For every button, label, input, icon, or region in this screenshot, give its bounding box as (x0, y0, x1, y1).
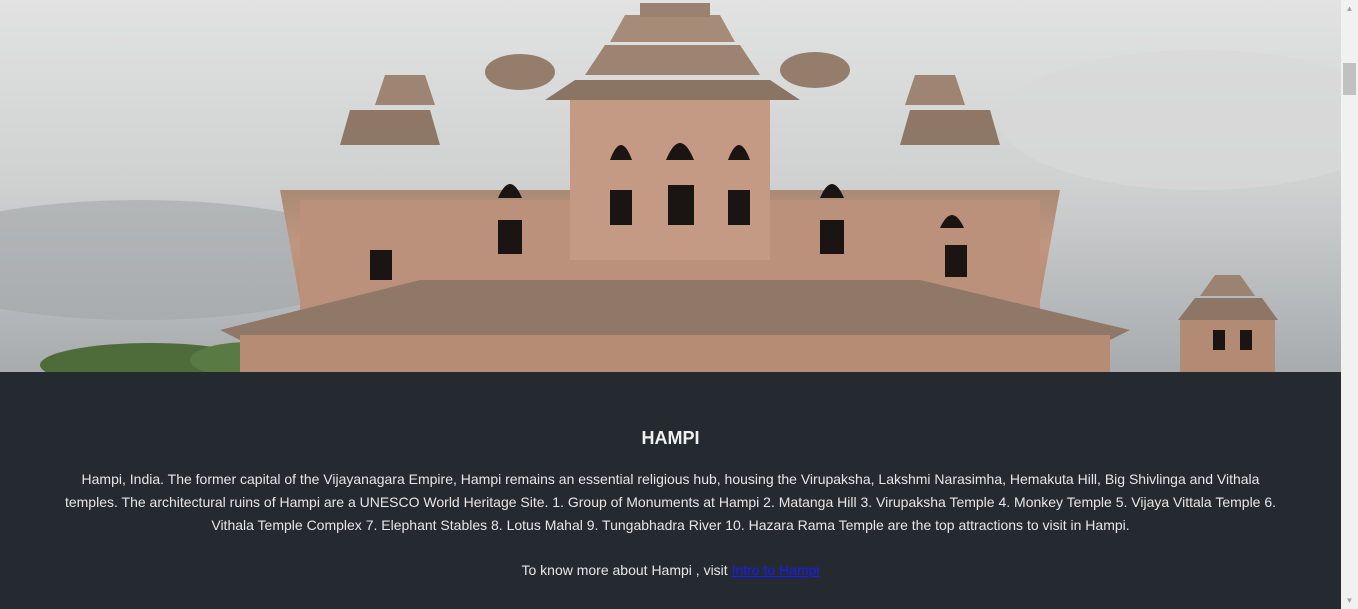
page-title: HAMPI (641, 428, 700, 448)
more-info-line: To know more about Hampi , visit Intro t… (0, 562, 1341, 578)
lotus-mahal-photo (0, 0, 1341, 372)
scroll-thumb[interactable] (1343, 63, 1356, 95)
intro-to-hampi-link[interactable]: Intro to Hampi (732, 562, 820, 578)
scroll-down-icon[interactable]: ▼ (1341, 592, 1358, 609)
vertical-scrollbar[interactable]: ▲ ▼ (1341, 0, 1358, 609)
more-info-text: To know more about Hampi , visit (521, 562, 732, 578)
hero-image (0, 0, 1341, 372)
scroll-up-icon[interactable]: ▲ (1341, 0, 1358, 17)
article-section: HAMPI Hampi, India. The former capital o… (0, 372, 1341, 609)
article-description: Hampi, India. The former capital of the … (64, 471, 1277, 533)
